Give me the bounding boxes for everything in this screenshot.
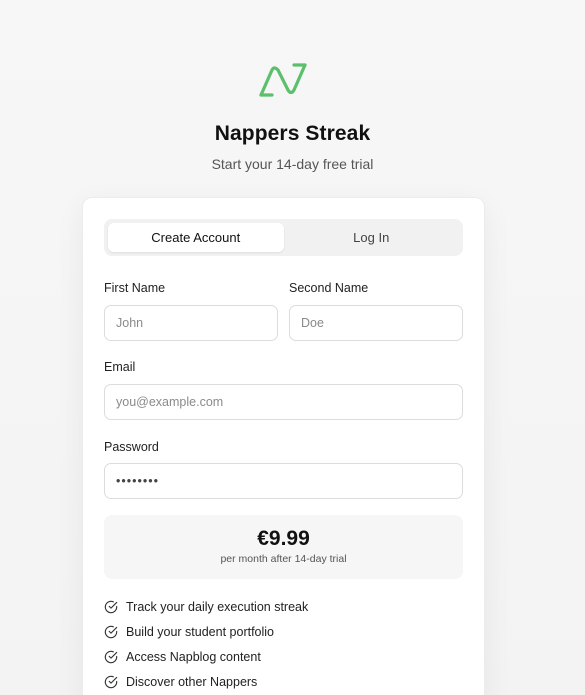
tab-log-in[interactable]: Log In	[284, 223, 460, 252]
email-label: Email	[104, 360, 136, 374]
check-circle-icon	[104, 675, 118, 688]
feature-text: Discover other Nappers	[126, 674, 258, 689]
feature-text: Track your daily execution streak	[126, 599, 309, 614]
list-item: Access Napblog content	[104, 644, 308, 669]
second-name-input[interactable]	[289, 305, 463, 341]
password-input[interactable]	[104, 463, 463, 499]
first-name-label: First Name	[104, 281, 166, 295]
tab-create-account[interactable]: Create Account	[108, 223, 284, 252]
list-item: Discover other Nappers	[104, 669, 308, 694]
second-name-label: Second Name	[289, 281, 369, 295]
feature-list: Track your daily execution streak Build …	[104, 594, 308, 694]
list-item: Build your student portfolio	[104, 619, 308, 644]
auth-tabs: Create Account Log In	[104, 219, 463, 256]
list-item: Track your daily execution streak	[104, 594, 308, 619]
password-label: Password	[104, 440, 159, 454]
app-title: Nappers Streak	[214, 122, 371, 145]
price-note: per month after 14-day trial	[220, 553, 347, 565]
feature-text: Build your student portfolio	[126, 624, 275, 639]
pricing-box: €9.99 per month after 14-day trial	[104, 515, 463, 579]
check-circle-icon	[104, 600, 118, 613]
feature-text: Access Napblog content	[126, 649, 261, 664]
check-circle-icon	[104, 625, 118, 638]
app-subtitle: Start your 14-day free trial	[211, 156, 374, 172]
price-amount: €9.99	[257, 527, 310, 550]
email-input[interactable]	[104, 384, 463, 420]
check-circle-icon	[104, 650, 118, 663]
app-logo-icon	[259, 63, 307, 97]
signup-card: Create Account Log In First Name Second …	[82, 197, 485, 695]
first-name-input[interactable]	[104, 305, 278, 341]
